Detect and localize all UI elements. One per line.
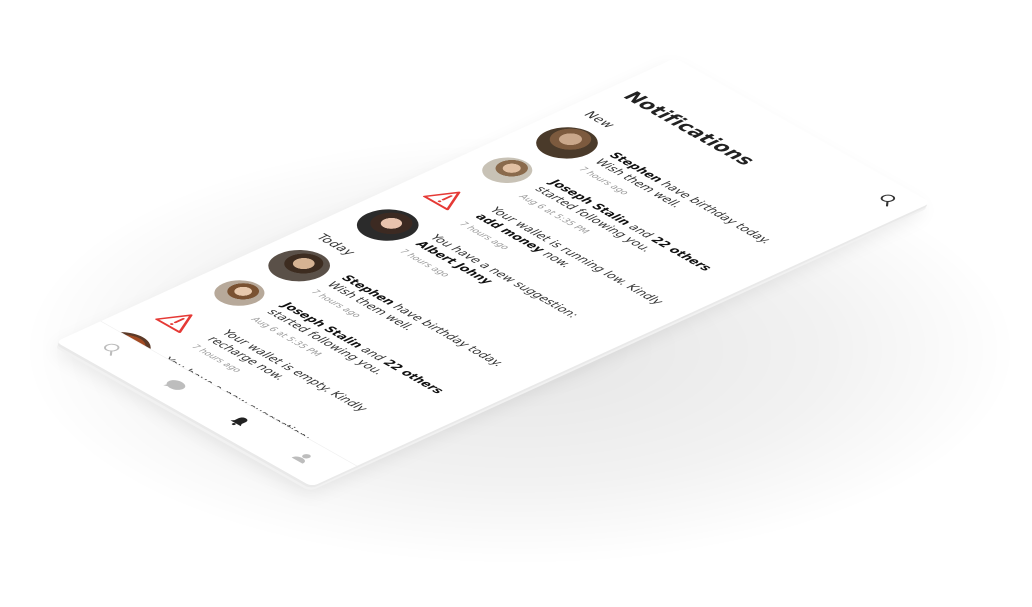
nav-search[interactable]	[83, 336, 137, 364]
bell-icon	[220, 413, 256, 431]
profile-icon	[284, 449, 320, 467]
avatar	[204, 275, 275, 312]
chat-icon	[156, 377, 193, 396]
nav-notifications[interactable]	[211, 408, 265, 436]
search-icon	[92, 341, 128, 359]
nav-profile[interactable]	[275, 444, 329, 472]
nav-chat[interactable]	[147, 372, 201, 400]
search-icon[interactable]	[873, 192, 903, 207]
avatar	[471, 152, 543, 189]
